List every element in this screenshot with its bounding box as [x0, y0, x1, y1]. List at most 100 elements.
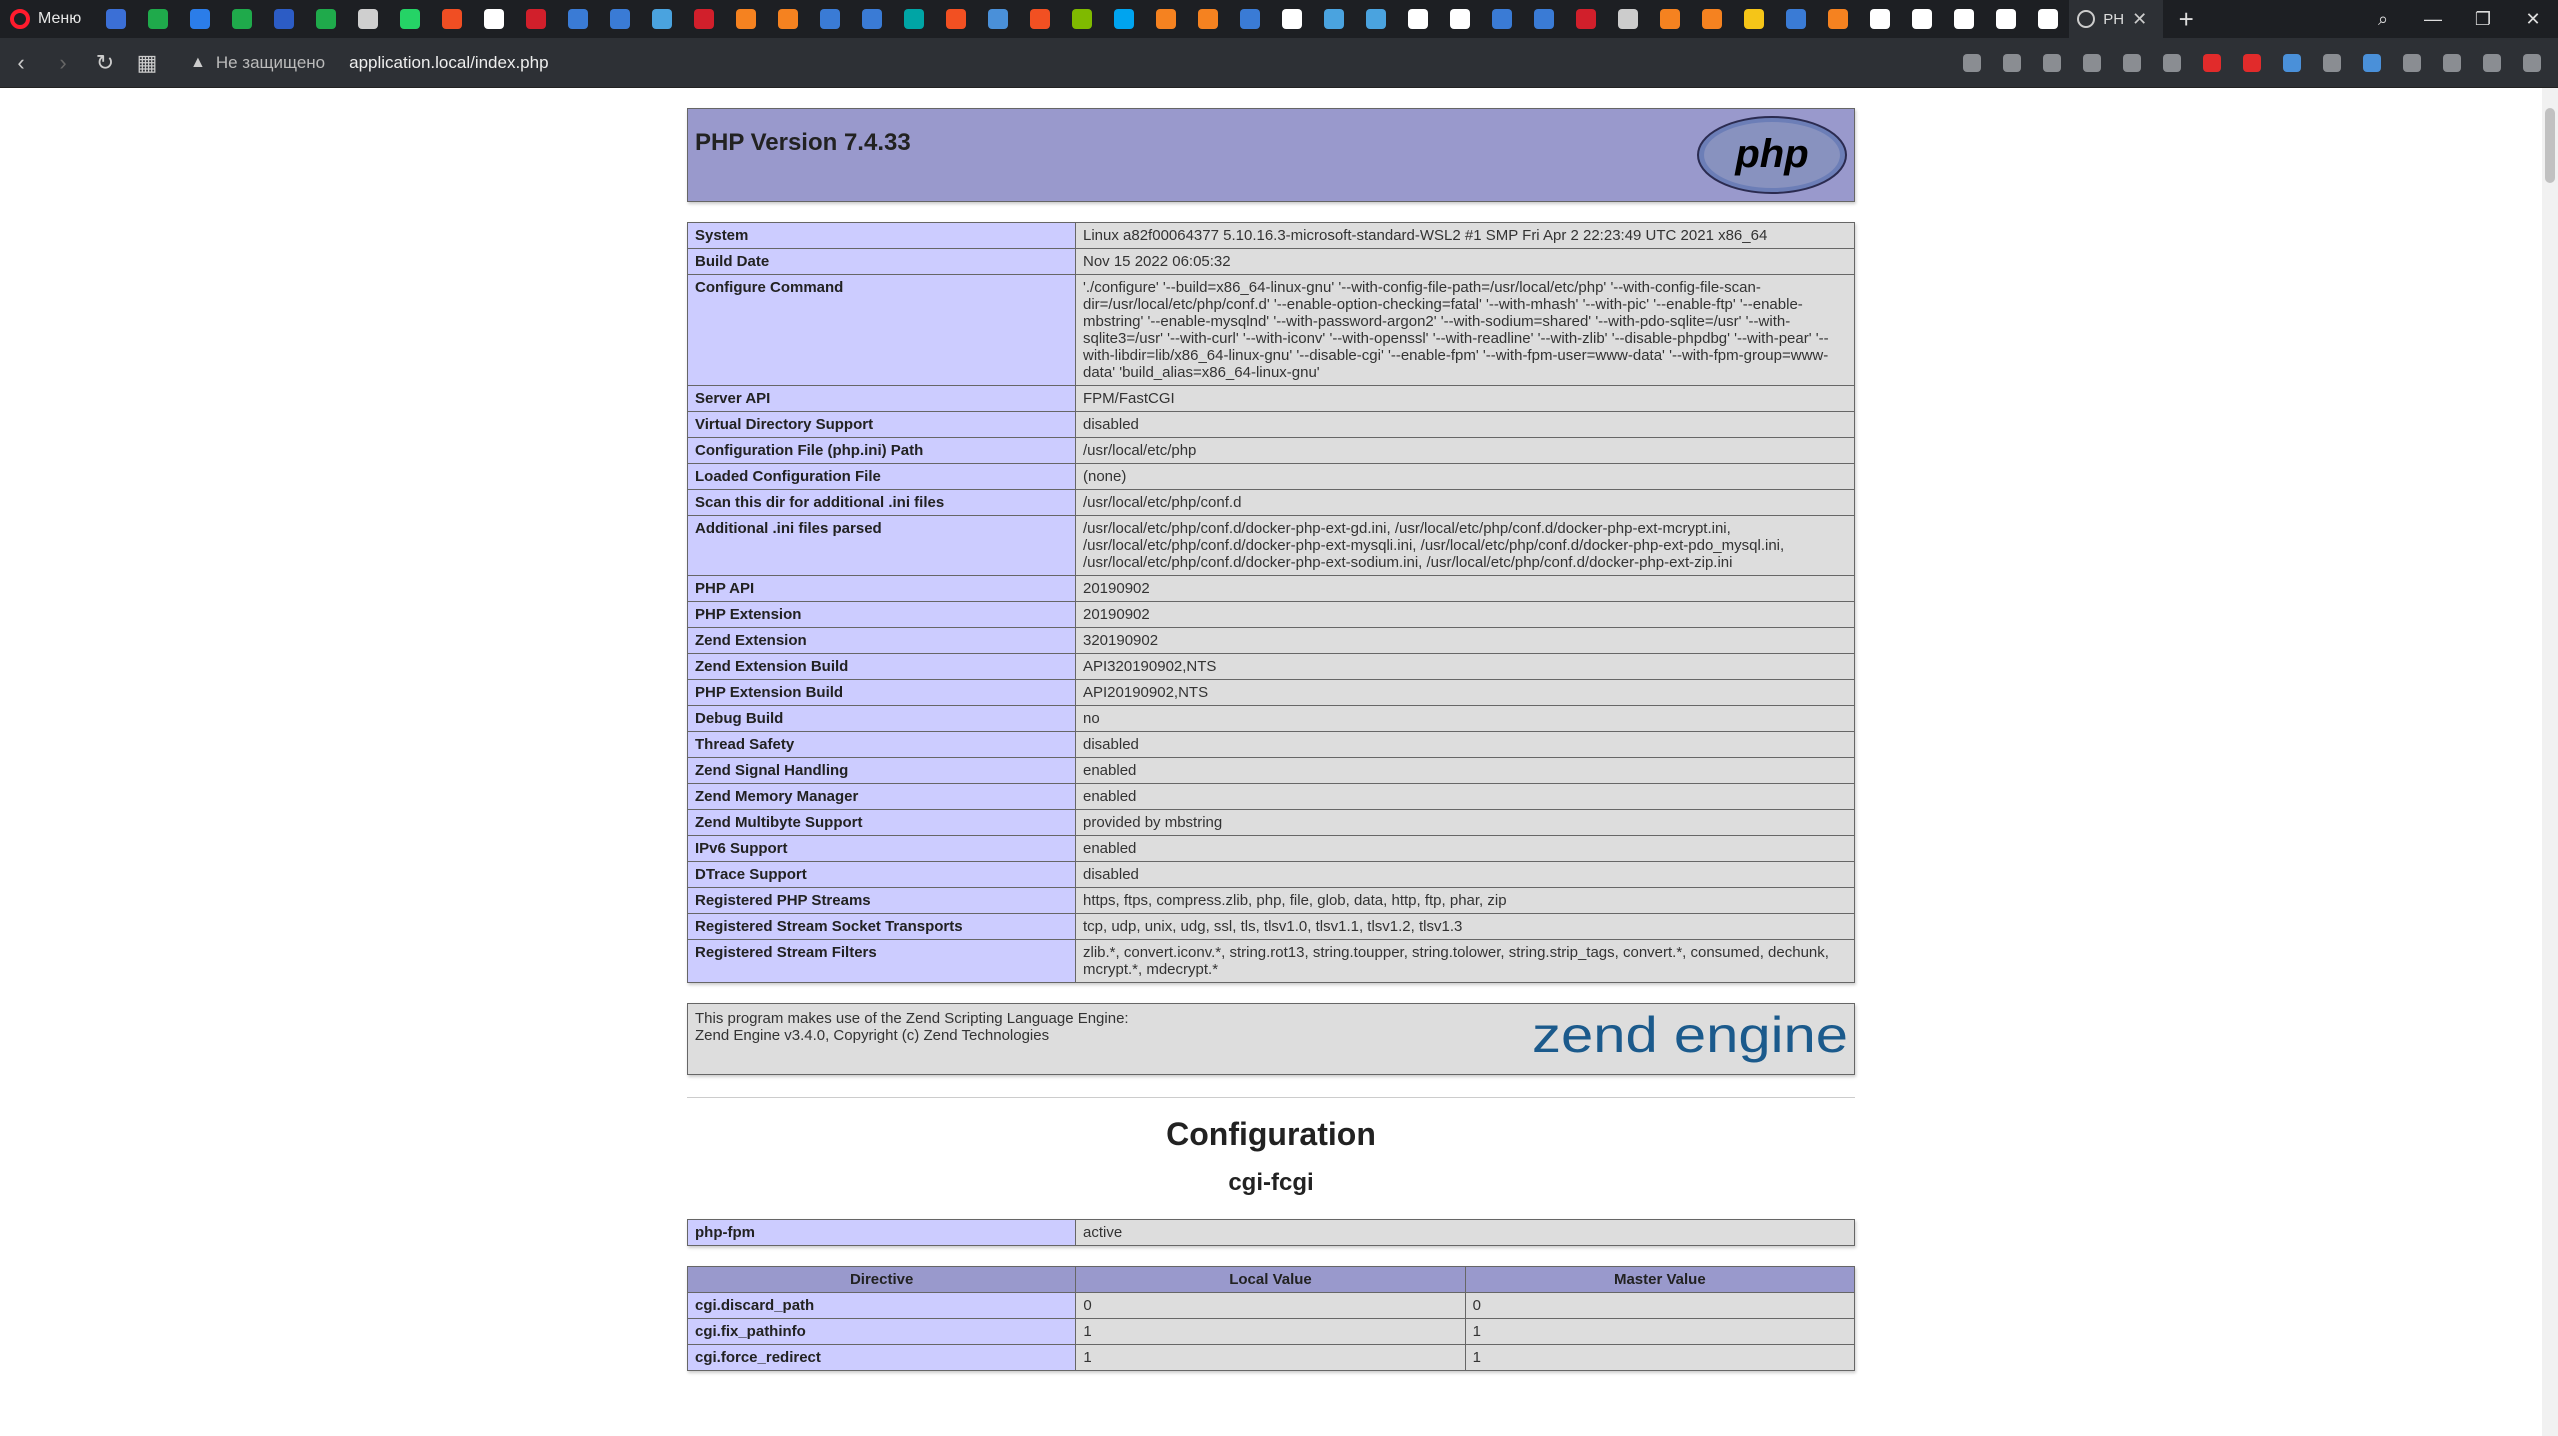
pinned-tab[interactable]: [1145, 0, 1187, 38]
extension-button[interactable]: [2032, 38, 2072, 88]
pinned-tab[interactable]: [347, 0, 389, 38]
new-tab-button[interactable]: +: [2163, 0, 2209, 38]
pinned-tab[interactable]: [1691, 0, 1733, 38]
restore-icon[interactable]: ❐: [2458, 0, 2508, 38]
extension-icon: [2163, 54, 2181, 72]
minimize-icon[interactable]: —: [2408, 0, 2458, 38]
extension-icon: [1963, 54, 1981, 72]
extension-button[interactable]: [2472, 38, 2512, 88]
extension-button[interactable]: [1952, 38, 1992, 88]
tab-favicon-icon: [778, 9, 799, 29]
pinned-tab[interactable]: [599, 0, 641, 38]
setting-value: 20190902: [1075, 601, 1855, 628]
table-row: System Linux a82f00064377 5.10.16.3-micro…: [687, 222, 1855, 249]
pinned-tab[interactable]: [1523, 0, 1565, 38]
pinned-tab[interactable]: [767, 0, 809, 38]
setting-value: Nov 15 2022 06:05:32: [1075, 248, 1855, 275]
page-scrollbar[interactable]: [2542, 88, 2558, 1436]
setting-name: PHP Extension: [687, 601, 1076, 628]
pinned-tab[interactable]: [473, 0, 515, 38]
zend-engine-logo-icon[interactable]: zend engine: [1532, 1010, 1848, 1070]
pinned-tab[interactable]: [1061, 0, 1103, 38]
extension-button[interactable]: [2312, 38, 2352, 88]
pinned-tab[interactable]: [1481, 0, 1523, 38]
extension-button[interactable]: [2392, 38, 2432, 88]
pinned-tab[interactable]: [515, 0, 557, 38]
extension-button[interactable]: [2352, 38, 2392, 88]
extension-button[interactable]: [2232, 38, 2272, 88]
pinned-tab[interactable]: [1985, 0, 2027, 38]
address-field[interactable]: ▲ Не защищено application.local/index.ph…: [190, 38, 549, 88]
back-icon[interactable]: ‹: [0, 38, 42, 88]
opera-menu-button[interactable]: Меню: [0, 0, 95, 38]
pinned-tab[interactable]: [179, 0, 221, 38]
tab-favicon-icon: [1870, 9, 1891, 29]
reload-icon[interactable]: ↻: [84, 38, 126, 88]
tab-favicon-icon: [652, 9, 673, 29]
pinned-tab[interactable]: [1817, 0, 1859, 38]
extension-icon: [2203, 54, 2221, 72]
pinned-tab[interactable]: [431, 0, 473, 38]
table-row: Configure Command './configure' '--build=…: [687, 274, 1855, 386]
tabs-grid-icon[interactable]: ▦: [126, 38, 168, 88]
pinned-tab[interactable]: [1775, 0, 1817, 38]
pinned-tab[interactable]: [1229, 0, 1271, 38]
tab-favicon-icon: [1030, 9, 1051, 29]
pinned-tab[interactable]: [935, 0, 977, 38]
pinned-tab[interactable]: [389, 0, 431, 38]
table-row: Zend Signal Handling enabled: [687, 757, 1855, 784]
extension-button[interactable]: [2432, 38, 2472, 88]
pinned-tab[interactable]: [1019, 0, 1061, 38]
pinned-tab[interactable]: [1607, 0, 1649, 38]
extension-button[interactable]: [2512, 38, 2552, 88]
pinned-tab[interactable]: [263, 0, 305, 38]
pinned-tab[interactable]: [1397, 0, 1439, 38]
pinned-tab[interactable]: [557, 0, 599, 38]
php-logo-icon[interactable]: php: [1696, 115, 1848, 195]
pinned-tab[interactable]: [1859, 0, 1901, 38]
pinned-tab[interactable]: [1271, 0, 1313, 38]
pinned-tab[interactable]: [1565, 0, 1607, 38]
forward-icon[interactable]: ›: [42, 38, 84, 88]
setting-name: Registered Stream Socket Transports: [687, 913, 1076, 940]
pinned-tab[interactable]: [1103, 0, 1145, 38]
pinned-tab[interactable]: [977, 0, 1019, 38]
extension-button[interactable]: [2272, 38, 2312, 88]
pinned-tab[interactable]: [1943, 0, 1985, 38]
pinned-tab[interactable]: [2027, 0, 2069, 38]
pinned-tab[interactable]: [725, 0, 767, 38]
pinned-tab[interactable]: [893, 0, 935, 38]
url-text[interactable]: application.local/index.php: [349, 53, 548, 73]
pinned-tab[interactable]: [137, 0, 179, 38]
close-tab-icon[interactable]: ✕: [2132, 9, 2147, 30]
pinned-tab[interactable]: [1313, 0, 1355, 38]
search-tabs-icon[interactable]: ⌕: [2358, 0, 2408, 38]
pinned-tab[interactable]: [1355, 0, 1397, 38]
pinned-tab[interactable]: [683, 0, 725, 38]
close-window-icon[interactable]: ✕: [2508, 0, 2558, 38]
extension-button[interactable]: [1992, 38, 2032, 88]
setting-value: disabled: [1075, 731, 1855, 758]
pinned-tab[interactable]: [851, 0, 893, 38]
extension-button[interactable]: [2152, 38, 2192, 88]
extension-icon: [2003, 54, 2021, 72]
pinned-tab[interactable]: [305, 0, 347, 38]
setting-value: 320190902: [1075, 627, 1855, 654]
pinned-tab[interactable]: [1901, 0, 1943, 38]
master-value: 1: [1464, 1344, 1856, 1371]
extension-button[interactable]: [2192, 38, 2232, 88]
pinned-tab[interactable]: [95, 0, 137, 38]
module-heading: cgi-fcgi: [1228, 1169, 1314, 1196]
pinned-tab[interactable]: [1649, 0, 1691, 38]
scrollbar-thumb[interactable]: [2545, 108, 2555, 183]
pinned-tab[interactable]: [221, 0, 263, 38]
pinned-tab[interactable]: [1187, 0, 1229, 38]
pinned-tab[interactable]: [809, 0, 851, 38]
extension-button[interactable]: [2072, 38, 2112, 88]
pinned-tab[interactable]: [641, 0, 683, 38]
setting-name: Thread Safety: [687, 731, 1076, 758]
pinned-tab[interactable]: [1439, 0, 1481, 38]
extension-button[interactable]: [2112, 38, 2152, 88]
active-tab[interactable]: PH ✕: [2069, 0, 2164, 38]
pinned-tab[interactable]: [1733, 0, 1775, 38]
